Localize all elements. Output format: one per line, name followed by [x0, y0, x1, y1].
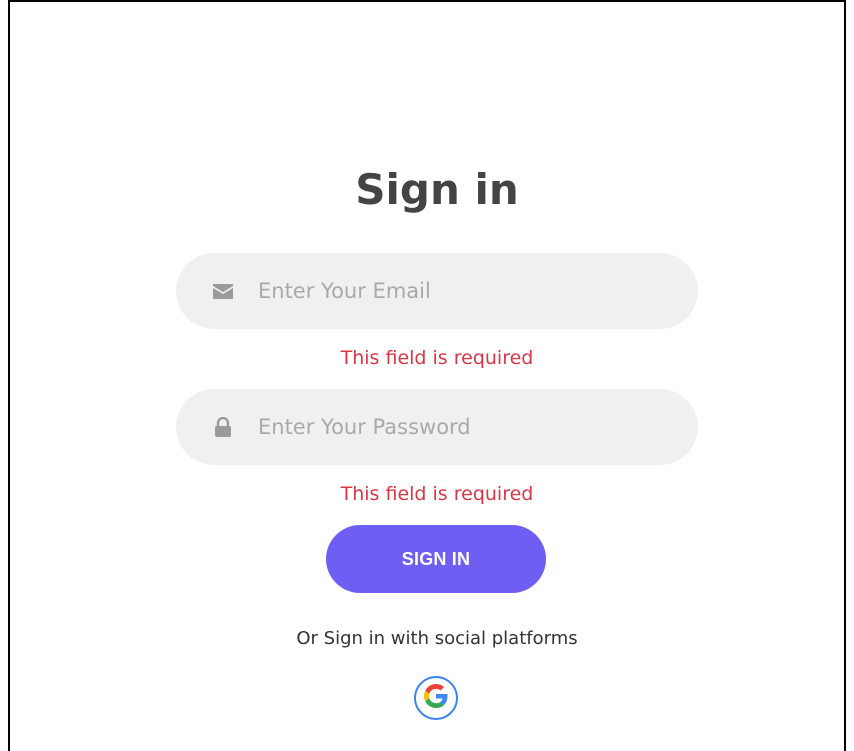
social-signin-text: Or Sign in with social platforms: [296, 628, 578, 649]
envelope-icon: [208, 283, 238, 299]
page-title: Sign in: [355, 165, 519, 214]
sign-in-button[interactable]: SIGN IN: [326, 525, 546, 593]
email-input[interactable]: [258, 279, 678, 303]
google-icon: [424, 684, 448, 712]
lock-icon: [208, 417, 238, 437]
password-error: This field is required: [340, 483, 534, 505]
google-signin-button[interactable]: [414, 676, 458, 720]
email-error: This field is required: [340, 347, 534, 369]
signin-form: Sign in This field is required This fiel…: [0, 0, 854, 751]
password-field-wrapper[interactable]: [176, 389, 698, 465]
password-input[interactable]: [258, 415, 678, 439]
email-field-wrapper[interactable]: [176, 253, 698, 329]
